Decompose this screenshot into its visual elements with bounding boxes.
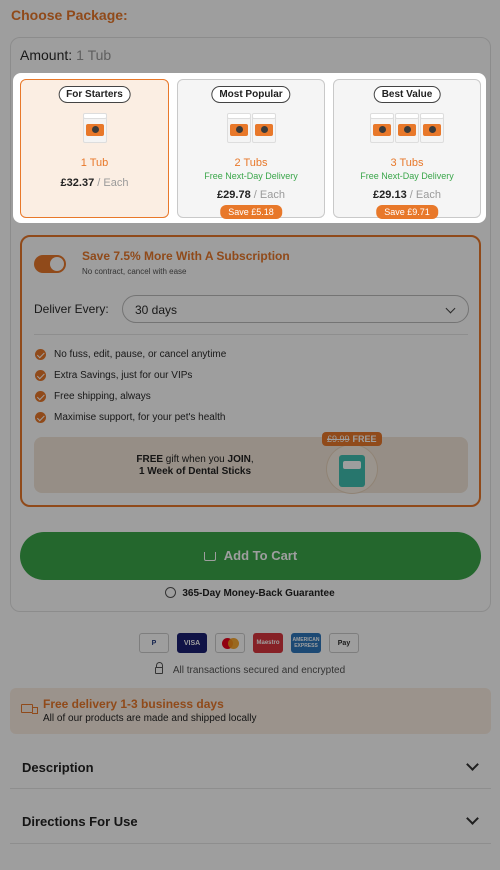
check-icon: [35, 349, 46, 360]
payment-icons: P VISA Maestro AMERICAN EXPRESS Pay: [139, 633, 359, 653]
package-price: £29.13 / Each: [334, 189, 480, 201]
benefit-text: Free shipping, always: [54, 391, 151, 402]
tub-icon: [420, 113, 444, 143]
package-selector: For Starters 1 Tub £32.37 / Each Most Po…: [13, 73, 486, 223]
secured-note: All transactions secured and encrypted: [0, 662, 500, 676]
subscription-toggle[interactable]: [34, 255, 66, 273]
save-badge: Save £9.71: [376, 205, 438, 219]
add-to-cart-label: Add To Cart: [20, 548, 481, 563]
accordion-title: Directions For Use: [22, 814, 138, 829]
toggle-knob: [50, 257, 64, 271]
tub-icon: [251, 113, 276, 143]
gift-line1: gift when you: [163, 454, 228, 465]
package-name: 2 Tubs: [234, 157, 268, 169]
check-icon: [35, 370, 46, 381]
accordion-directions[interactable]: Directions For Use: [10, 789, 491, 844]
dental-sticks-image: [326, 444, 378, 494]
gift-line2: 1 Week of Dental Sticks: [138, 466, 252, 477]
tub-icon: [395, 113, 419, 143]
paypal-icon: P: [139, 633, 169, 653]
package-option-2-tubs[interactable]: Most Popular 2 Tubs Free Next-Day Delive…: [177, 79, 325, 219]
deliver-frequency-select[interactable]: 30 days: [122, 295, 469, 323]
package-badge: Best Value: [373, 86, 441, 103]
tub-icon: [370, 113, 394, 143]
dental-sticks-bag: [339, 455, 365, 487]
subscription-note: No contract, cancel with ease: [82, 267, 187, 276]
maestro-icon: Maestro: [253, 633, 283, 653]
chevron-down-icon: [466, 758, 479, 771]
delivery-banner: Free delivery 1-3 business days All of o…: [10, 688, 491, 734]
gift-free-word: FREE: [136, 454, 164, 465]
amount-label: Amount:: [20, 47, 73, 63]
package-name: 1 Tub: [80, 157, 109, 169]
benefit-text: No fuss, edit, pause, or cancel anytime: [54, 349, 227, 360]
benefit-item: Free shipping, always: [35, 391, 151, 402]
divider: [34, 334, 468, 335]
gift-free-badge: FREE: [352, 434, 377, 444]
cart-icon: [203, 552, 216, 561]
tub-images: [334, 109, 480, 143]
add-to-cart-text: Add To Cart: [223, 548, 298, 563]
check-icon: [35, 412, 46, 423]
save-badge: Save £5.18: [220, 205, 282, 219]
benefit-item: No fuss, edit, pause, or cancel anytime: [35, 349, 226, 360]
apple-pay-icon: Pay: [329, 633, 359, 653]
page-title: Choose Package:: [11, 7, 128, 23]
deliver-frequency-value: 30 days: [135, 303, 178, 317]
check-icon: [35, 391, 46, 402]
guarantee: 365-Day Money-Back Guarantee: [0, 587, 500, 599]
delivery-subtitle: All of our products are made and shipped…: [43, 713, 257, 724]
price-each: / Each: [97, 177, 129, 189]
benefit-item: Extra Savings, just for our VIPs: [35, 370, 192, 381]
lock-icon: [154, 662, 163, 674]
add-to-cart-button[interactable]: Add To Cart: [20, 532, 481, 580]
visa-icon: VISA: [177, 633, 207, 653]
amount-row: Amount: 1 Tub: [20, 47, 111, 63]
package-name: 3 Tubs: [390, 157, 424, 169]
gift-line1-end: ,: [250, 454, 254, 465]
tub-images: [21, 109, 168, 143]
benefit-text: Maximise support, for your pet's health: [54, 412, 226, 423]
amex-icon: AMERICAN EXPRESS: [291, 633, 321, 653]
secured-text: All transactions secured and encrypted: [172, 665, 346, 676]
price-value: £29.78: [217, 189, 251, 201]
price-value: £29.13: [373, 189, 407, 201]
package-price: £29.78 / Each: [178, 189, 324, 201]
guarantee-text: 365-Day Money-Back Guarantee: [182, 588, 335, 599]
delivery-title: Free delivery 1-3 business days: [43, 697, 224, 711]
package-price: £32.37 / Each: [21, 177, 168, 189]
package-badge: Most Popular: [211, 86, 291, 103]
truck-icon: [21, 704, 38, 714]
gift-join-word: JOIN: [227, 454, 251, 465]
tub-icon: [226, 113, 251, 143]
chevron-down-icon: [445, 303, 456, 314]
amount-value: 1 Tub: [76, 47, 112, 63]
gift-old-price: £9.99: [327, 434, 350, 444]
price-value: £32.37: [60, 177, 95, 189]
package-option-3-tubs[interactable]: Best Value 3 Tubs Free Next-Day Delivery…: [333, 79, 481, 219]
accordion-description[interactable]: Description: [10, 745, 491, 789]
free-gift-banner: FREE gift when you JOIN, 1 Week of Denta…: [34, 437, 468, 493]
price-each: / Each: [409, 189, 441, 201]
tub-icon: [82, 113, 107, 143]
package-badge: For Starters: [58, 86, 131, 103]
mastercard-icon: [215, 633, 245, 653]
benefit-text: Extra Savings, just for our VIPs: [54, 370, 193, 381]
benefit-item: Maximise support, for your pet's health: [35, 412, 225, 423]
gift-price-badge: £9.99 FREE: [322, 432, 382, 446]
package-delivery: Free Next-Day Delivery: [360, 171, 454, 181]
chevron-down-icon: [466, 812, 479, 825]
accordion-title: Description: [22, 760, 94, 775]
guarantee-icon: [165, 587, 177, 598]
tub-images: [178, 109, 324, 143]
deliver-every-label: Deliver Every:: [34, 302, 109, 316]
price-each: / Each: [253, 189, 285, 201]
subscription-title: Save 7.5% More With A Subscription: [82, 249, 290, 263]
gift-text: FREE gift when you JOIN, 1 Week of Denta…: [120, 454, 270, 478]
package-delivery: Free Next-Day Delivery: [204, 171, 298, 181]
package-option-1-tub[interactable]: For Starters 1 Tub £32.37 / Each: [20, 79, 169, 218]
